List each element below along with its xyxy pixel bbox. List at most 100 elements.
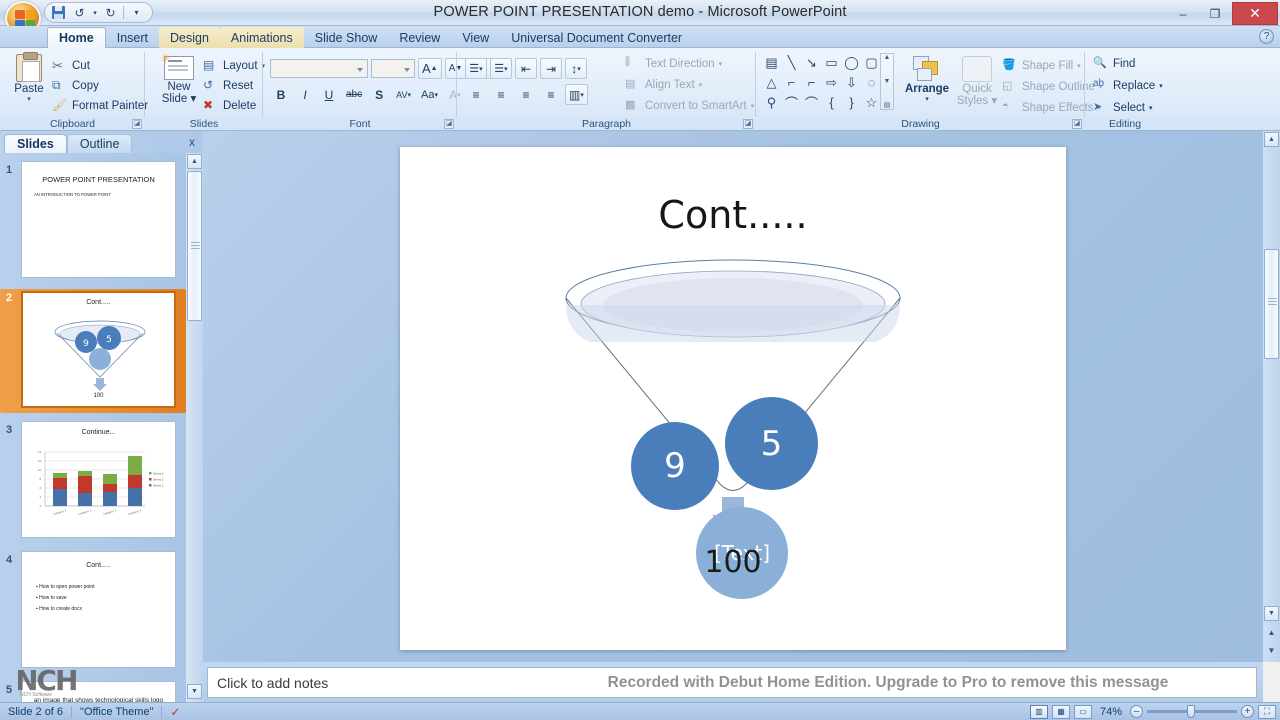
slides-panel-scrollbar[interactable]: ▲ ▼ [186,153,203,702]
bold-button[interactable]: B [270,84,292,105]
slide-vertical-scrollbar[interactable]: ▲ ▼ ▲ ▼ [1263,131,1280,662]
shapes-gallery[interactable]: ▤ ╲ ↘ ▭ ◯ ▢ △ ⌐ ⌐ ⇨ ⇩ ◌ ⚲ ⌒ ⌒ { } ☆ [762,53,881,112]
shape-rounded-rect-icon[interactable]: ▢ [862,53,881,72]
format-painter-button[interactable]: 🖌 Format Painter [52,98,148,114]
slide-thumbnail-5[interactable]: 5 an image that shows technological skil… [0,681,186,702]
slide-thumbnail-1[interactable]: 1 POWER POINT PRESENTATION AN INTRODUCTI… [0,161,186,283]
align-center-button[interactable]: ≡ [490,84,512,105]
tab-view[interactable]: View [451,27,500,48]
shape-right-brace-icon[interactable]: } [842,93,861,112]
shapes-gallery-scroll[interactable]: ▲ ▼ ▤ [880,53,894,110]
increase-indent-button[interactable]: ⇥ [540,58,562,79]
align-left-button[interactable]: ≡ [465,84,487,105]
shape-cloud-icon[interactable]: ◌ [862,73,881,92]
character-spacing-button[interactable]: AV ▾ [392,84,415,105]
funnel-diagram[interactable]: 9 5 [Text] [400,257,1066,599]
scroll-up-icon[interactable]: ▲ [1264,132,1279,147]
view-slide-show-button[interactable]: ▭ [1073,704,1092,719]
shape-left-brace-icon[interactable]: { [822,93,841,112]
decrease-indent-button[interactable]: ⇤ [515,58,537,79]
tab-animations[interactable]: Animations [219,27,304,48]
scrollbar-thumb[interactable] [187,171,202,321]
replace-button[interactable]: ab Replace ▾ [1093,78,1163,94]
columns-button[interactable]: ▥ ▾ [565,84,588,105]
scroll-down-icon[interactable]: ▼ [1264,606,1279,621]
strikethrough-button[interactable]: abc [342,84,366,105]
shape-star-icon[interactable]: ☆ [862,93,881,112]
new-slide-button[interactable]: ✳ New Slide ▾ [155,53,203,105]
paragraph-dialog-launcher[interactable]: ◪ [743,119,753,129]
shape-arrow-icon[interactable]: ↘ [802,53,821,72]
slide-thumbnail-2[interactable]: 2 Cont..... 9 5 100 [0,289,186,413]
slide-thumbnail-4[interactable]: 4 Cont..... ▪ How to open power point ▪ … [0,551,186,673]
tab-design[interactable]: Design [159,27,220,48]
view-normal-button[interactable]: ▥ [1029,704,1048,719]
font-dialog-launcher[interactable]: ◪ [444,119,454,129]
fit-to-window-icon[interactable]: ⛶ [1258,704,1276,719]
shape-curve-icon[interactable]: ⌒ [782,93,801,112]
reset-button[interactable]: ↺ Reset [203,78,265,94]
tab-review[interactable]: Review [388,27,451,48]
shape-scribble-icon[interactable]: ⚲ [762,93,781,112]
align-text-button[interactable]: ▤ Align Text ▾ [625,77,754,93]
slide-title-text[interactable]: Cont..... [400,193,1066,237]
shape-down-arrow-icon[interactable]: ⇩ [842,73,861,92]
shape-rectangle-icon[interactable]: ▭ [822,53,841,72]
clipboard-dialog-launcher[interactable]: ◪ [132,119,142,129]
close-button[interactable]: ✕ [1232,2,1278,25]
help-icon[interactable]: ? [1259,29,1274,44]
grow-font-button[interactable]: A ▲ [418,58,442,79]
shape-elbow-arrow-icon[interactable]: ⌐ [802,73,821,92]
restore-button[interactable]: ❐ [1200,3,1230,24]
bullets-button[interactable]: ☰ ▾ [465,58,487,79]
text-shadow-button[interactable]: S [368,84,390,105]
shape-right-arrow-icon[interactable]: ⇨ [822,73,841,92]
gallery-scroll-up-icon[interactable]: ▲ [884,54,891,61]
layout-button[interactable]: ▤ Layout ▾ [203,58,265,74]
tab-slide-show[interactable]: Slide Show [304,27,389,48]
zoom-out-button[interactable]: – [1130,705,1143,718]
zoom-slider-handle[interactable] [1187,705,1195,718]
next-slide-icon[interactable]: ▼ [1264,644,1279,657]
funnel-bubble-5[interactable]: 5 [725,397,818,490]
tab-universal-document-converter[interactable]: Universal Document Converter [500,27,693,48]
view-slide-sorter-button[interactable]: ▦ [1051,704,1070,719]
funnel-bubble-9[interactable]: 9 [631,422,719,510]
funnel-result-number[interactable]: 100 [400,545,1066,580]
slide-thumbnail-3[interactable]: 3 Continue... 14 12 10 8 6 4 2 Category … [0,421,186,543]
change-case-button[interactable]: Aa ▾ [417,84,442,105]
find-button[interactable]: 🔍 Find [1093,56,1163,72]
align-right-button[interactable]: ≡ [515,84,537,105]
tab-home[interactable]: Home [47,27,106,48]
scroll-up-icon[interactable]: ▲ [187,154,202,169]
shape-arc-icon[interactable]: ⌒ [802,93,821,112]
tab-outline[interactable]: Outline [66,134,133,153]
font-size-input[interactable] [371,59,415,78]
italic-button[interactable]: I [294,84,316,105]
underline-button[interactable]: U [318,84,340,105]
paste-button[interactable]: Paste ▾ [8,52,50,103]
tab-slides[interactable]: Slides [4,134,67,153]
shape-elbow-connector-icon[interactable]: ⌐ [782,73,801,92]
current-slide[interactable]: Cont..... 9 5 [Text] 100 [400,147,1066,650]
previous-slide-icon[interactable]: ▲ [1264,626,1279,639]
copy-button[interactable]: ⧉ Copy [52,78,148,94]
spellcheck-icon[interactable]: ✓ [162,705,188,719]
paste-dropdown-icon[interactable]: ▾ [8,95,50,103]
close-panel-icon[interactable]: x [189,135,195,149]
shape-textbox-icon[interactable]: ▤ [762,53,781,72]
shape-oval-icon[interactable]: ◯ [842,53,861,72]
arrange-dropdown-icon[interactable]: ▾ [901,95,953,103]
tab-insert[interactable]: Insert [106,27,159,48]
scrollbar-thumb[interactable] [1264,249,1279,359]
font-name-input[interactable] [270,59,368,78]
delete-slide-button[interactable]: ✖ Delete [203,98,265,114]
zoom-in-button[interactable]: + [1241,705,1254,718]
gallery-more-icon[interactable]: ▤ [884,101,891,109]
zoom-slider[interactable] [1147,705,1237,718]
numbering-button[interactable]: ☰ ▾ [490,58,512,79]
convert-to-smartart-button[interactable]: ▩ Convert to SmartArt ▾ [625,98,754,114]
cut-button[interactable]: ✂ Cut [52,58,148,74]
line-spacing-button[interactable]: ↕ ▾ [565,58,587,79]
select-button[interactable]: ➤ Select ▾ [1093,100,1163,116]
